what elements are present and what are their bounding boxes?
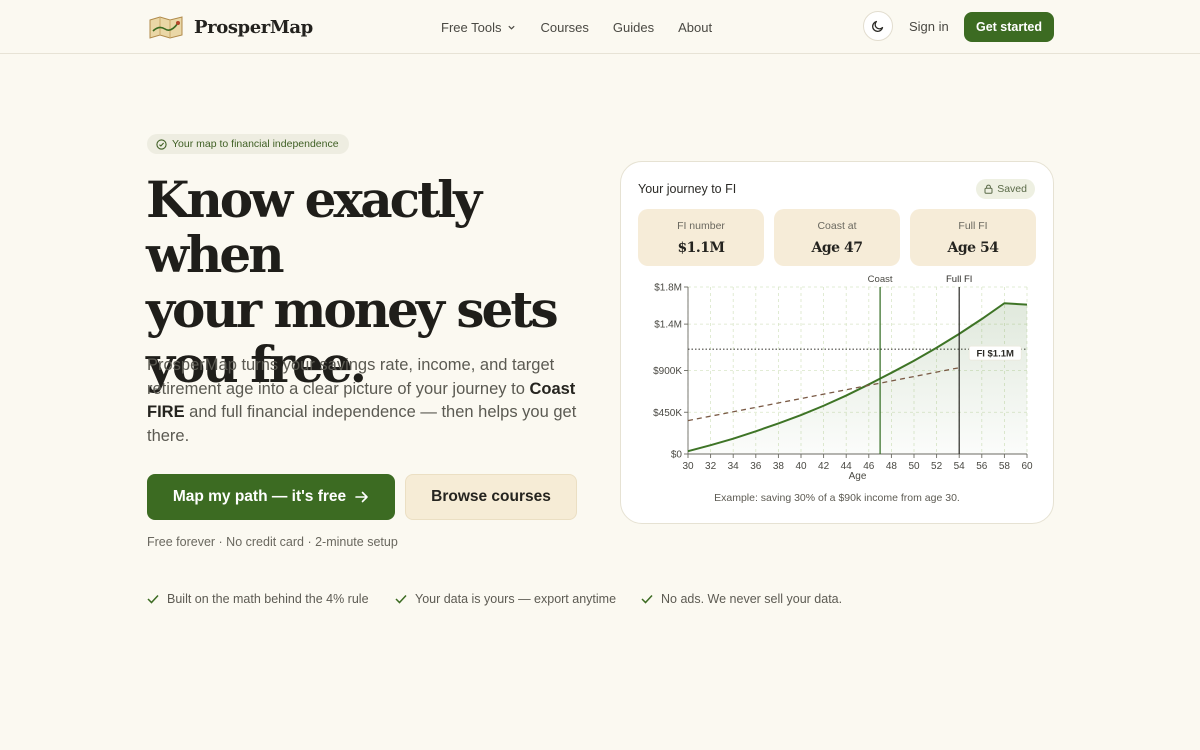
check-icon xyxy=(641,594,653,604)
fi-label-text: FI $1.1M xyxy=(976,349,1014,360)
lock-icon xyxy=(984,184,993,194)
x-tick-label: 60 xyxy=(1021,461,1033,472)
stat-label: Full FI xyxy=(958,220,988,232)
hero-badge-text: Your map to financial independence xyxy=(172,138,339,150)
lead-text-end: and full financial independence — then h… xyxy=(147,403,577,445)
x-tick-label: 40 xyxy=(795,461,807,472)
y-tick-label: $1.4M xyxy=(654,320,682,331)
trust-item-no-ads: No ads. We never sell your data. xyxy=(641,592,842,606)
trust-item-data-label: Your data is yours — export anytime xyxy=(415,592,617,606)
compass-icon xyxy=(156,138,167,150)
trust-item-no-ads-label: No ads. We never sell your data. xyxy=(661,592,843,606)
x-tick-label: 34 xyxy=(728,461,740,472)
x-axis-label: Age xyxy=(849,471,867,482)
hero-badge: Your map to financial independence xyxy=(147,134,349,154)
map-scroll-icon xyxy=(149,16,183,39)
x-tick-label: 36 xyxy=(750,461,762,472)
hero-lead: ProsperMap turns your savings rate, inco… xyxy=(147,354,577,448)
top-nav: ProsperMap Free Tools Courses Guides Abo… xyxy=(0,0,1200,54)
x-tick-label: 48 xyxy=(886,461,898,472)
map-my-path-button[interactable]: Map my path — it's free xyxy=(147,474,395,520)
sign-in-link[interactable]: Sign in xyxy=(909,19,949,34)
saved-label: Saved xyxy=(997,183,1027,195)
headline-line-2: your money sets xyxy=(146,280,559,339)
y-tick-label: $1.8M xyxy=(654,283,682,294)
x-tick-label: 56 xyxy=(976,461,988,472)
arrow-right-icon xyxy=(355,491,368,503)
brand-logo-link[interactable]: ProsperMap xyxy=(148,13,313,41)
journey-card-title: Your journey to FI xyxy=(638,182,737,196)
stat-full-fi: Full FI Age 54 xyxy=(910,209,1036,266)
x-tick-label: 38 xyxy=(773,461,785,472)
trust-item-math: Built on the math behind the 4% rule xyxy=(147,592,369,606)
chart-caption: Example: saving 30% of a $90k income fro… xyxy=(714,492,960,504)
headline-line-1: Know exactly when xyxy=(146,170,482,284)
browse-courses-button[interactable]: Browse courses xyxy=(405,474,577,520)
get-started-button[interactable]: Get started xyxy=(964,12,1054,42)
lead-text: ProsperMap turns your savings rate, inco… xyxy=(147,356,555,398)
saved-badge: Saved xyxy=(976,179,1035,199)
stat-value: Age 54 xyxy=(947,240,999,256)
x-tick-label: 50 xyxy=(908,461,920,472)
stat-value: Age 47 xyxy=(811,240,863,256)
nav-courses[interactable]: Courses xyxy=(540,20,588,35)
stat-label: FI number xyxy=(677,220,725,232)
journey-chart: $0$450K$900K$1.4M$1.8M30 32 34 36 38 40 42 44 46… xyxy=(653,274,1033,482)
net-worth-area xyxy=(688,303,1027,454)
stat-label: Coast at xyxy=(817,220,857,232)
y-tick-label: $900K xyxy=(653,366,682,377)
moon-icon xyxy=(872,20,884,32)
stat-coast-at: Coast at Age 47 xyxy=(774,209,900,266)
nav-free-tools-label: Free Tools xyxy=(441,19,502,35)
primary-nav: Free Tools Courses Guides About xyxy=(441,0,736,54)
chevron-down-icon xyxy=(508,25,516,30)
stat-fi-number: FI number $1.1M xyxy=(638,209,764,266)
coast-marker-label: Coast xyxy=(868,274,893,285)
nav-free-tools[interactable]: Free Tools xyxy=(441,20,516,35)
full-fi-marker-label: Full FI xyxy=(946,274,972,285)
nav-guides[interactable]: Guides xyxy=(613,20,654,35)
stat-value: $1.1M xyxy=(677,240,725,256)
trust-item-data: Your data is yours — export anytime xyxy=(395,592,616,606)
check-icon xyxy=(147,594,159,604)
x-tick-label: 42 xyxy=(818,461,830,472)
journey-card: Your journey to FI Saved FI number $1.1M… xyxy=(620,161,1054,524)
brand-name: ProsperMap xyxy=(194,16,313,38)
nav-about[interactable]: About xyxy=(678,20,712,35)
trust-item-math-label: Built on the math behind the 4% rule xyxy=(167,592,369,606)
map-my-path-label: Map my path — it's free xyxy=(172,488,347,505)
y-tick-label: $0 xyxy=(671,450,683,461)
x-tick-label: 32 xyxy=(705,461,717,472)
x-tick-label: 54 xyxy=(954,461,966,472)
x-tick-label: 58 xyxy=(999,461,1011,472)
theme-toggle-button[interactable] xyxy=(863,11,893,41)
hero-fine-print: Free forever · No credit card · 2-minute… xyxy=(147,535,398,549)
check-icon xyxy=(395,594,407,604)
y-tick-label: $450K xyxy=(653,408,682,419)
x-tick-label: 52 xyxy=(931,461,943,472)
x-tick-label: 30 xyxy=(682,461,694,472)
